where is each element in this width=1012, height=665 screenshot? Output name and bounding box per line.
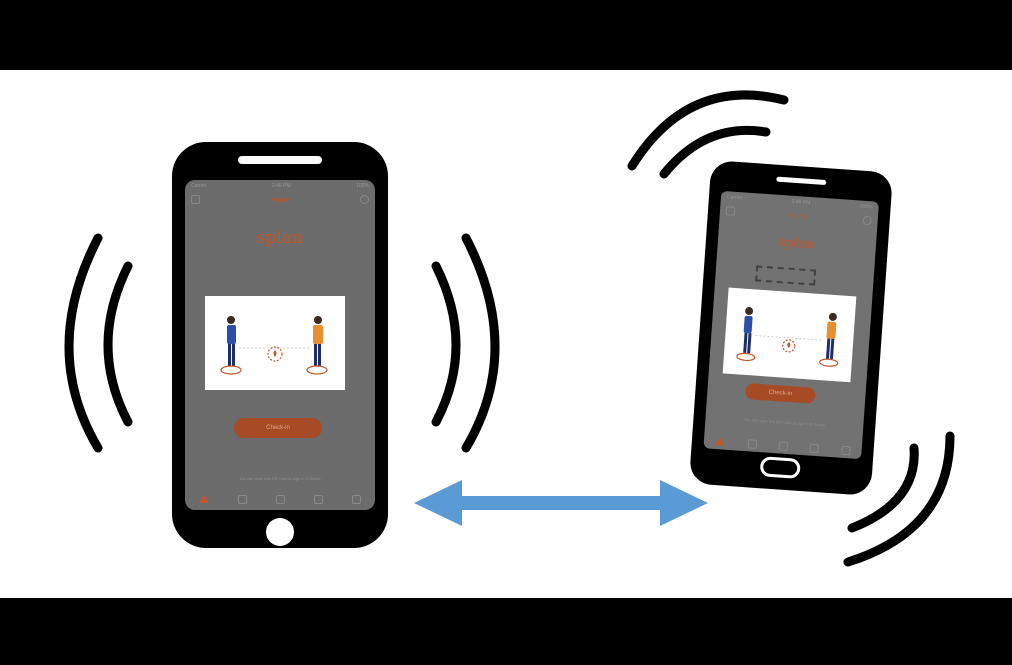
settings-icon[interactable]	[862, 215, 872, 226]
tab-bar	[703, 432, 862, 459]
home-icon[interactable]	[199, 495, 210, 503]
home-icon[interactable]	[714, 436, 726, 446]
letterbox-top	[0, 0, 1012, 70]
letterbox-bottom	[0, 598, 1012, 665]
status-time: 2:46 PM	[791, 198, 811, 207]
phone-home-button	[266, 518, 294, 546]
screen-title: Home	[789, 212, 809, 221]
qr-code-icon	[755, 265, 817, 286]
more-icon[interactable]	[351, 494, 361, 504]
phone-speaker	[776, 176, 827, 186]
left-phone: Carrier 2:46 PM 100% Home splan Check-in…	[172, 142, 388, 548]
footnote-text: You can scan this QR code to sign in & S…	[239, 476, 321, 481]
status-carrier: Carrier	[191, 183, 207, 189]
video-frame: Carrier 2:46 PM 100% Home splan Check-in…	[0, 70, 1012, 598]
chat-icon[interactable]	[313, 494, 323, 504]
status-time: 2:46 PM	[271, 183, 291, 189]
phone-home-button	[759, 456, 801, 479]
screen-title: Home	[270, 196, 290, 204]
calendar-icon[interactable]	[747, 438, 757, 449]
status-battery: 100%	[356, 183, 369, 189]
phone-speaker	[238, 156, 322, 164]
clock-icon[interactable]	[275, 494, 285, 504]
menu-icon[interactable]	[191, 195, 200, 204]
settings-icon[interactable]	[360, 195, 369, 204]
more-icon[interactable]	[841, 445, 851, 455]
calendar-icon[interactable]	[238, 494, 248, 504]
check-in-button[interactable]: Check-in	[234, 418, 322, 438]
right-phone-screen: Carrier 2:46 PM 100% Home splan Check-in…	[703, 190, 880, 460]
footnote-text: You can scan this QR code to sign in & S…	[743, 416, 826, 428]
status-carrier: Carrier	[726, 194, 743, 202]
status-battery: 100%	[859, 203, 873, 211]
brand-logo: splan	[778, 234, 816, 253]
chat-icon[interactable]	[809, 443, 820, 453]
status-bar: Carrier 2:46 PM 100%	[185, 180, 375, 192]
brand-logo: splan	[256, 228, 304, 248]
menu-icon[interactable]	[725, 206, 736, 216]
left-phone-screen: Carrier 2:46 PM 100% Home splan Check-in…	[185, 180, 375, 510]
check-in-button[interactable]: Check-in	[744, 382, 816, 404]
right-phone: Carrier 2:46 PM 100% Home splan Check-in…	[688, 160, 894, 496]
people-illustration	[722, 287, 857, 383]
app-header: Home	[185, 192, 375, 208]
tab-bar	[185, 488, 375, 510]
clock-icon[interactable]	[778, 440, 789, 451]
people-illustration	[205, 296, 345, 390]
